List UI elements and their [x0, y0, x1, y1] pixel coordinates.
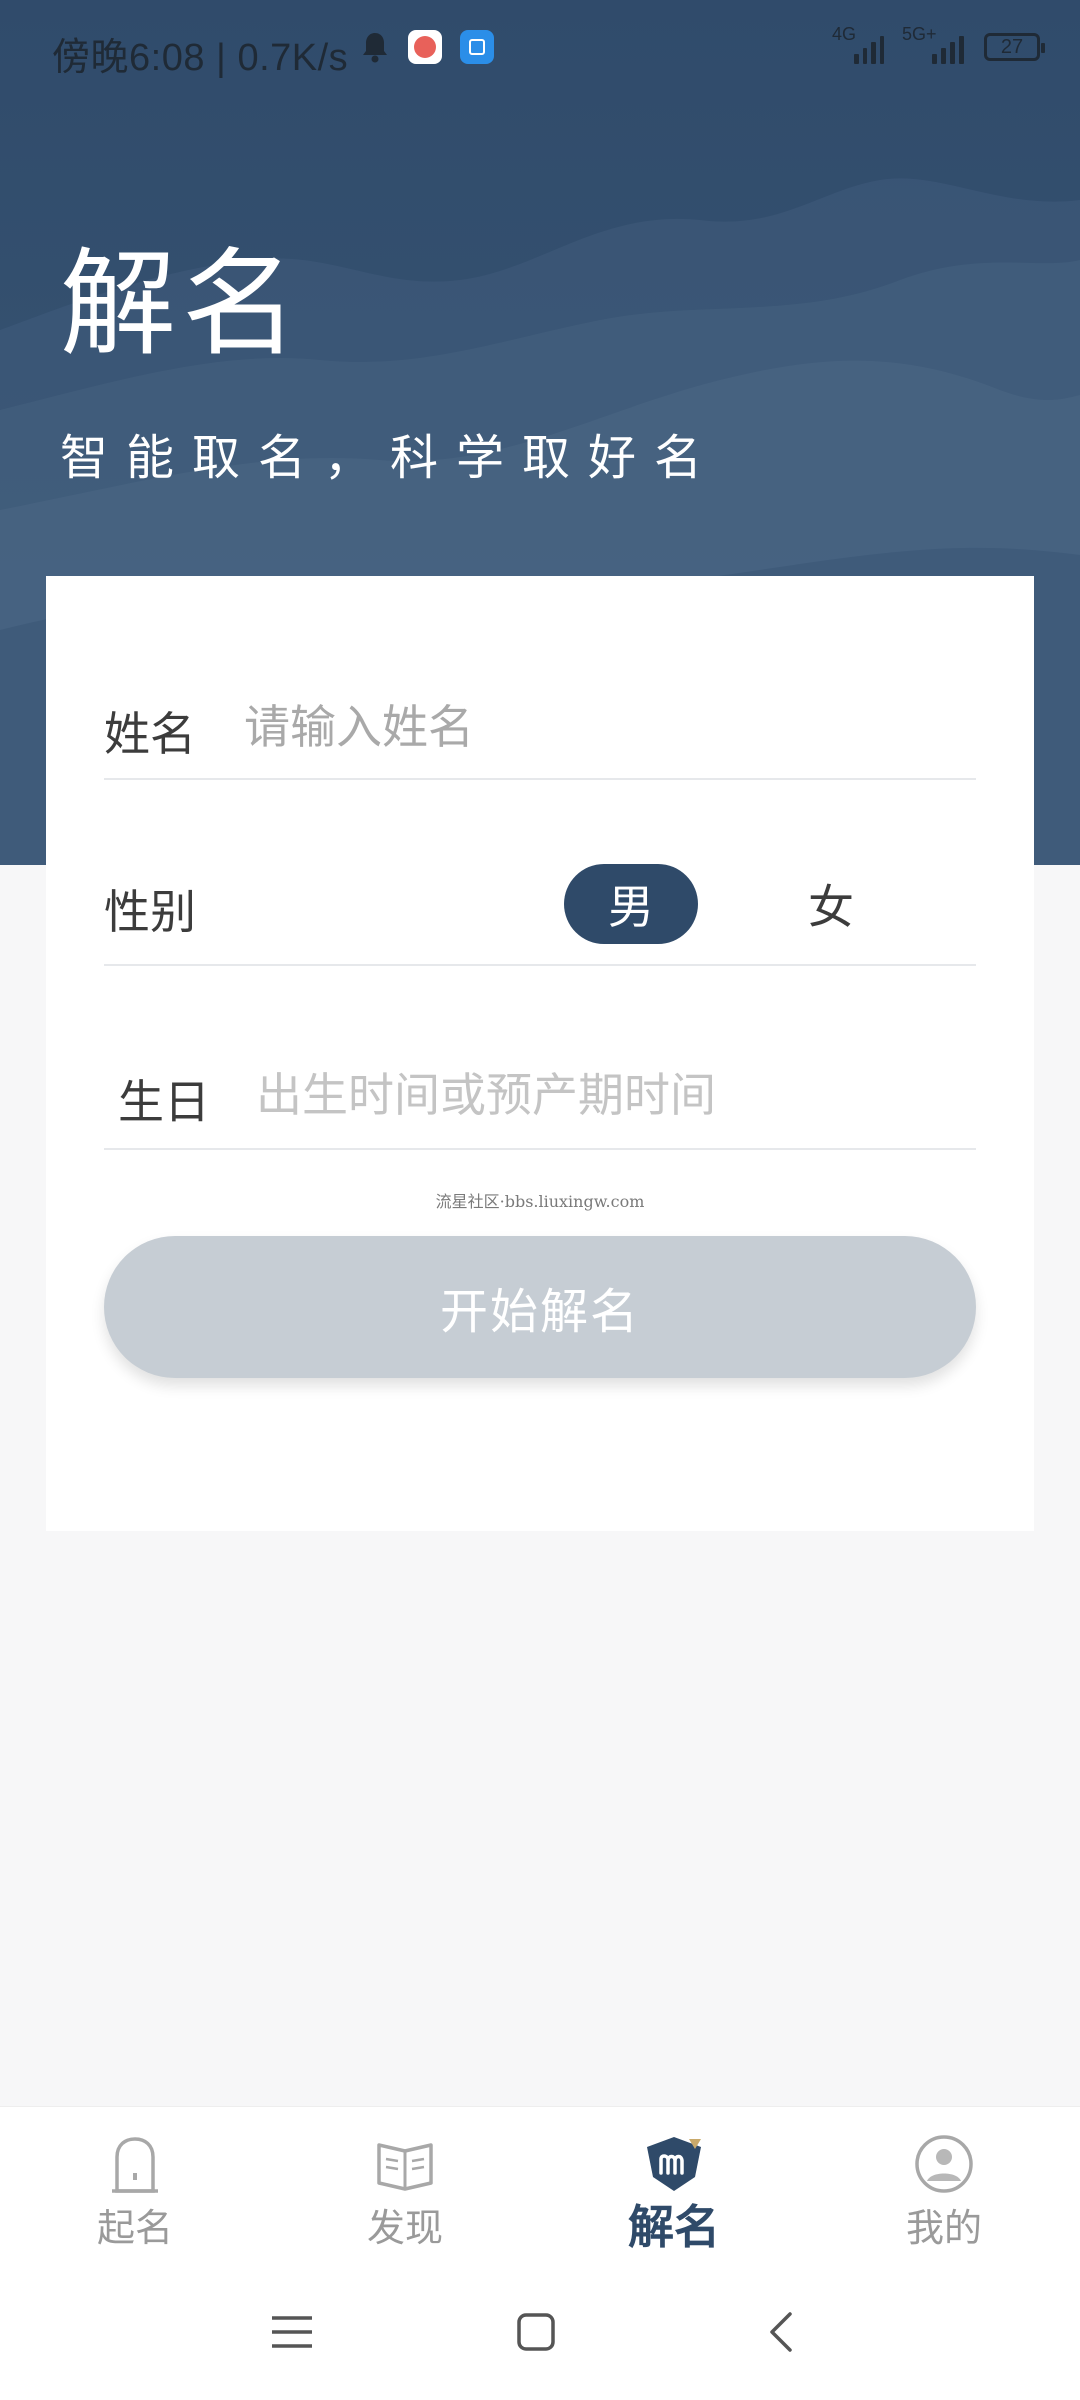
tab-label: 起名 — [96, 2206, 173, 2250]
signal-icon: 4G — [832, 24, 884, 64]
name-row: 姓名 — [104, 666, 976, 780]
app-notification-icon — [408, 30, 442, 64]
birthday-label: 生日 — [118, 1075, 210, 1129]
gender-label: 性别 — [104, 885, 196, 939]
app-notification-icon — [460, 30, 494, 64]
nav-home-button[interactable] — [496, 2292, 576, 2372]
menu-icon — [272, 2316, 312, 2348]
gender-row: 性别 男 女 — [104, 846, 976, 966]
status-time: 傍晚6:08 | 0.7K/s — [52, 37, 349, 79]
bell-icon — [363, 33, 387, 63]
tab-naming[interactable]: 起名 — [35, 2107, 235, 2257]
form-card: 姓名 性别 男 女 生日 流星社区·bbs.liuxingw.com 开始解名 — [46, 576, 1034, 1531]
tab-label: 发现 — [366, 2206, 443, 2250]
signal-icon: 5G+ — [902, 24, 964, 64]
tab-analyze-name[interactable]: 解名 — [574, 2107, 774, 2257]
name-input[interactable] — [244, 692, 964, 762]
nav-menu-button[interactable] — [252, 2292, 332, 2372]
nav-back-button[interactable] — [740, 2292, 820, 2372]
page-title: 解名 — [60, 237, 304, 372]
watermark-text: 流星社区·bbs.liuxingw.com — [435, 1192, 645, 1211]
birthday-input[interactable] — [256, 1060, 976, 1130]
system-nav-bar — [0, 2256, 1080, 2400]
status-notification-icons — [360, 30, 494, 64]
birthday-row: 生日 — [104, 1030, 976, 1150]
home-square-icon — [517, 2313, 555, 2351]
logo-m-icon — [647, 2137, 701, 2191]
name-label: 姓名 — [104, 707, 196, 761]
gender-male-button[interactable]: 男 — [564, 864, 698, 944]
profile-icon — [915, 2135, 973, 2193]
tab-discover[interactable]: 发现 — [305, 2107, 505, 2257]
bottom-tab-bar: 起名 发现 解名 我的 — [0, 2106, 1080, 2256]
tab-label: 解名 — [628, 2200, 720, 2254]
tab-label: 我的 — [905, 2206, 982, 2250]
gender-female-button[interactable]: 女 — [764, 864, 898, 944]
book-icon — [377, 2143, 433, 2191]
status-system-icons: 4G 5G+ 27 — [832, 24, 1045, 64]
page-subtitle: 智能取名，科学取好名 — [60, 430, 721, 486]
status-bar: 傍晚6:08 | 0.7K/s 4G 5G+ 27 — [0, 0, 1080, 104]
tab-mine[interactable]: 我的 — [844, 2107, 1044, 2257]
back-chevron-icon — [770, 2312, 792, 2352]
start-analysis-button[interactable]: 开始解名 — [104, 1236, 976, 1378]
door-icon — [112, 2137, 158, 2193]
battery-icon: 27 — [984, 33, 1045, 61]
